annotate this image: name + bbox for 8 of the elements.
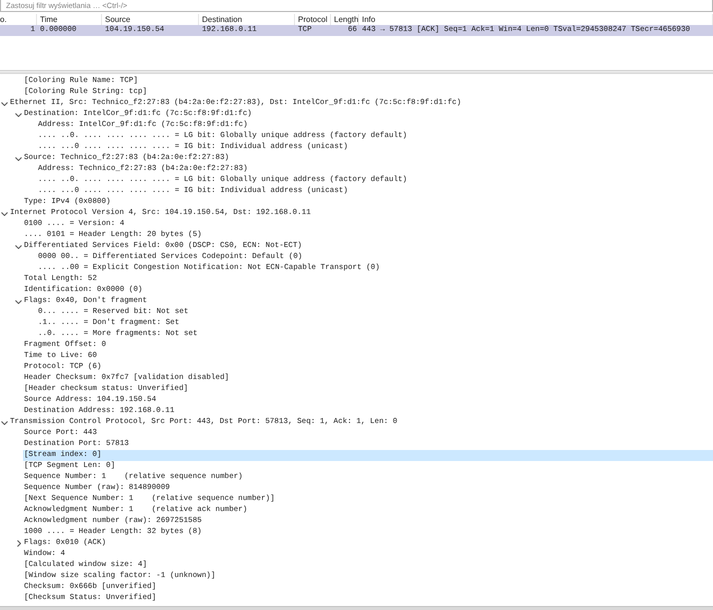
chevron-down-icon[interactable] xyxy=(15,156,22,160)
chevron-down-icon[interactable] xyxy=(1,102,8,106)
chevron-down-icon[interactable] xyxy=(1,420,8,424)
chevron-down-icon[interactable] xyxy=(15,244,22,248)
chevron-down-icon[interactable] xyxy=(15,112,22,116)
chevron-right-icon[interactable] xyxy=(16,540,20,547)
chevron-down-icon[interactable] xyxy=(15,300,22,304)
chevron-down-icon[interactable] xyxy=(1,212,8,216)
